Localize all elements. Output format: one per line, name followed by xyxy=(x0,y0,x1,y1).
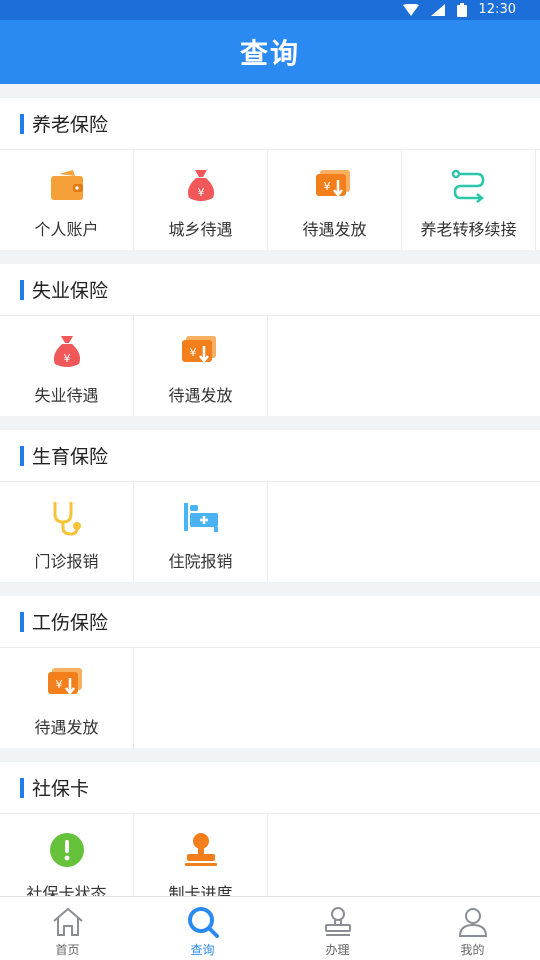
payout-icon: ¥ xyxy=(315,166,355,206)
transfer-icon xyxy=(449,166,489,206)
grid-item-label: 失业待遇 xyxy=(34,386,99,405)
tab-label: 我的 xyxy=(460,943,485,957)
section-title: 养老保险 xyxy=(32,114,109,136)
money-bag-icon: ¥ xyxy=(47,332,87,372)
svg-text:¥: ¥ xyxy=(63,352,70,365)
grid-item-personal-account[interactable]: 个人账户 xyxy=(0,150,134,250)
payout-icon: ¥ xyxy=(47,664,87,704)
grid-item-card-progress[interactable]: 制卡进度 xyxy=(134,814,268,896)
grid-item-label: 住院报销 xyxy=(168,552,233,571)
section-marker xyxy=(20,445,24,466)
section-header: 失业保险 xyxy=(0,264,540,316)
section-title: 社保卡 xyxy=(32,778,90,800)
alert-icon xyxy=(47,830,87,870)
section-unemployment-insurance: 失业保险 ¥ 失业待遇 ¥ 待遇发放 xyxy=(0,264,540,416)
section-work-injury-insurance: 工伤保险 ¥ 待遇发放 xyxy=(0,596,540,748)
section-header: 社保卡 xyxy=(0,762,540,814)
grid-item-label: 待遇发放 xyxy=(302,220,367,239)
svg-text:¥: ¥ xyxy=(55,678,62,691)
grid-item-benefit-payout[interactable]: ¥ 待遇发放 xyxy=(0,648,134,748)
grid-item-label: 城乡待遇 xyxy=(168,220,233,239)
wifi-icon xyxy=(402,4,419,16)
section-maternity-insurance: 生育保险 门诊报销 住院报销 xyxy=(0,430,540,582)
wallet-icon xyxy=(47,166,87,206)
grid-item-label: 待遇发放 xyxy=(168,386,233,405)
section-marker xyxy=(20,279,24,300)
handle-icon xyxy=(320,905,356,939)
page-title: 查询 xyxy=(239,37,300,70)
grid-item-card-status[interactable]: 社保卡状态 xyxy=(0,814,134,896)
tab-home[interactable]: 首页 xyxy=(0,897,135,960)
content-area: 养老保险 个人账户 ¥ 城乡待遇 ¥ 待遇发放 养老转移续接 失业保险 ¥ 失业… xyxy=(0,84,540,896)
tab-query[interactable]: 查询 xyxy=(135,897,270,960)
tab-label: 查询 xyxy=(190,943,215,957)
hospital-bed-icon xyxy=(181,498,221,538)
user-icon xyxy=(455,905,491,939)
tab-handle[interactable]: 办理 xyxy=(270,897,405,960)
grid-item-label: 门诊报销 xyxy=(34,552,99,571)
grid-item-outpatient-reimbursement[interactable]: 门诊报销 xyxy=(0,482,134,582)
grid-item-label: 养老转移续接 xyxy=(420,220,517,239)
grid-item-unemployment-benefits[interactable]: ¥ 失业待遇 xyxy=(0,316,134,416)
tab-label: 首页 xyxy=(55,943,80,957)
section-header: 养老保险 xyxy=(0,98,540,150)
grid-item-label: 待遇发放 xyxy=(34,718,99,737)
title-bar: 查询 xyxy=(0,20,540,84)
section-marker xyxy=(20,611,24,632)
stethoscope-icon xyxy=(47,498,87,538)
tab-mine[interactable]: 我的 xyxy=(405,897,540,960)
grid-item-pension-transfer[interactable]: 养老转移续接 xyxy=(402,150,536,250)
svg-text:¥: ¥ xyxy=(189,346,196,359)
grid-item-urban-rural-benefits[interactable]: ¥ 城乡待遇 xyxy=(134,150,268,250)
section-title: 工伤保险 xyxy=(32,612,109,634)
grid-item-benefit-payout[interactable]: ¥ 待遇发放 xyxy=(268,150,402,250)
money-bag-icon: ¥ xyxy=(181,166,221,206)
grid-item-benefit-payout[interactable]: ¥ 待遇发放 xyxy=(134,316,268,416)
section-title: 失业保险 xyxy=(32,280,109,302)
payout-icon: ¥ xyxy=(181,332,221,372)
section-header: 工伤保险 xyxy=(0,596,540,648)
svg-text:¥: ¥ xyxy=(197,186,204,199)
grid-item-label: 社保卡状态 xyxy=(26,884,107,896)
status-time: 12:30 xyxy=(478,2,516,17)
signal-icon xyxy=(430,4,445,16)
grid-item-label: 个人账户 xyxy=(34,220,99,239)
section-marker xyxy=(20,777,24,798)
tab-label: 办理 xyxy=(325,943,350,957)
section-marker xyxy=(20,113,24,134)
section-pension-insurance: 养老保险 个人账户 ¥ 城乡待遇 ¥ 待遇发放 养老转移续接 xyxy=(0,98,540,250)
grid-item-label: 制卡进度 xyxy=(168,884,233,896)
search-icon xyxy=(185,905,221,939)
section-title: 生育保险 xyxy=(32,446,109,468)
status-bar: 12:30 xyxy=(0,0,540,20)
section-social-security-card: 社保卡 社保卡状态 制卡进度 xyxy=(0,762,540,896)
stamp-icon xyxy=(181,830,221,870)
grid-item-inpatient-reimbursement[interactable]: 住院报销 xyxy=(134,482,268,582)
bottom-tab-bar: 首页 查询 办理 我的 xyxy=(0,896,540,960)
svg-text:¥: ¥ xyxy=(323,180,330,193)
section-header: 生育保险 xyxy=(0,430,540,482)
home-icon xyxy=(50,905,86,939)
battery-icon xyxy=(456,3,467,17)
